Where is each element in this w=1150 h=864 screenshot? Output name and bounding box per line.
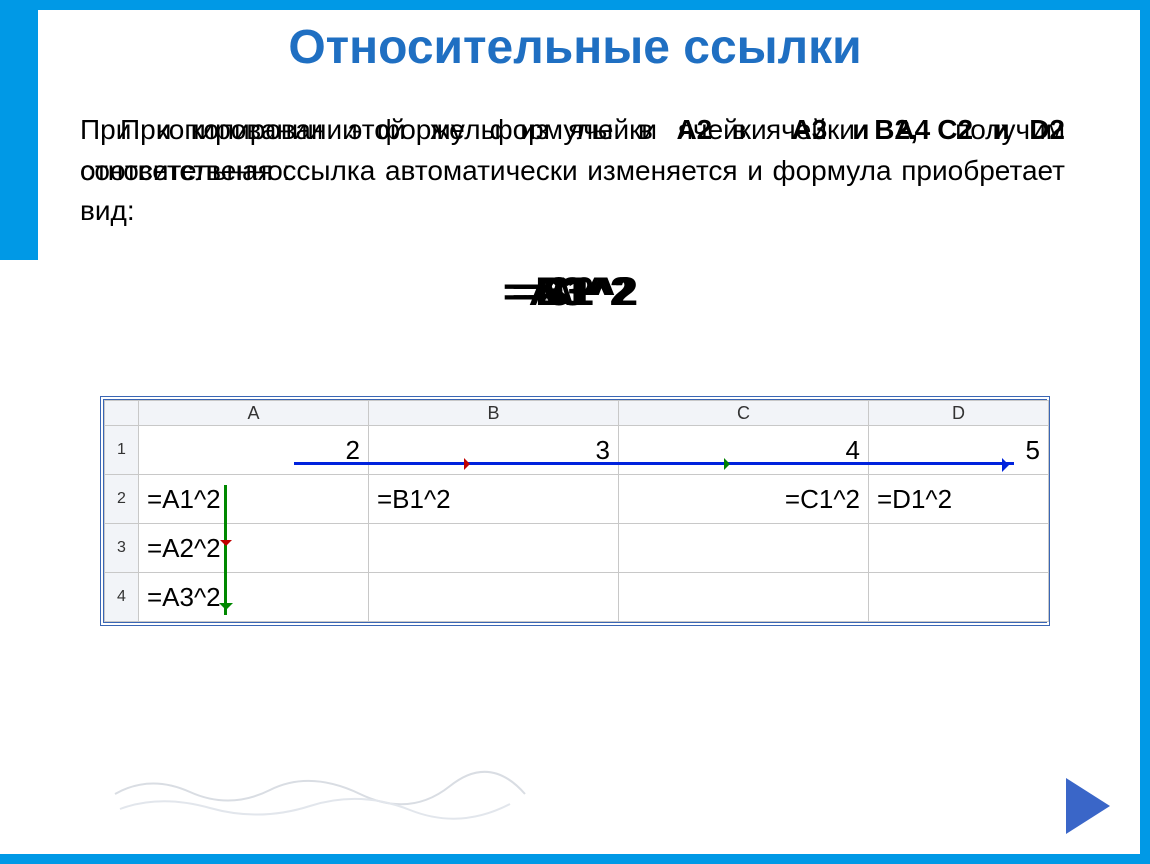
row-2: 2 =А1^2 =В1^2 =С1^2 =D1^2 bbox=[105, 475, 1049, 524]
arrow-vert-marker bbox=[220, 540, 232, 552]
rowhdr-2: 2 bbox=[105, 475, 139, 524]
cell-D4 bbox=[869, 573, 1049, 622]
body-paragraph-base: При копировании формулы из ячейки А2 в я… bbox=[80, 110, 1065, 232]
row-1: 1 2 3 4 5 bbox=[105, 426, 1049, 475]
slide-title: Относительные ссылки bbox=[0, 20, 1150, 75]
scribble-lines bbox=[110, 764, 530, 824]
col-C: C bbox=[619, 401, 869, 426]
cell-D2: =D1^2 bbox=[869, 475, 1049, 524]
arrow-vertical bbox=[224, 485, 227, 615]
arrow-marker-c bbox=[724, 458, 736, 470]
formula-layer-5: =A3^2 bbox=[0, 270, 1150, 315]
arrow-horizontal bbox=[294, 462, 1014, 465]
frame-bottom bbox=[0, 854, 1150, 864]
row-3: 3 =А2^2 bbox=[105, 524, 1049, 573]
cell-B3 bbox=[369, 524, 619, 573]
para-cells-bcd: B2, С2 и D2 bbox=[874, 114, 1065, 145]
spreadsheet-table: A B C D 1 2 3 4 5 2 =А1^2 =В1^2 =С1^2 =D… bbox=[104, 400, 1049, 622]
para-seg-1: При копировании формулы из ячейки bbox=[120, 114, 676, 145]
para-cell-a2: А2 bbox=[676, 114, 712, 145]
row-4: 4 =А3^2 bbox=[105, 573, 1049, 622]
cell-D3 bbox=[869, 524, 1049, 573]
rowhdr-4: 4 bbox=[105, 573, 139, 622]
cell-A4: =А3^2 bbox=[139, 573, 369, 622]
para-seg-2: в ячейки bbox=[712, 114, 874, 145]
frame-top bbox=[0, 0, 1150, 10]
col-A: A bbox=[139, 401, 369, 426]
cell-B2: =В1^2 bbox=[369, 475, 619, 524]
col-B: B bbox=[369, 401, 619, 426]
cell-C1: 4 bbox=[619, 426, 869, 475]
arrow-marker-b bbox=[464, 458, 476, 470]
corner-cell bbox=[105, 401, 139, 426]
cell-A2: =А1^2 bbox=[139, 475, 369, 524]
cell-C3 bbox=[619, 524, 869, 573]
cell-B1: 3 bbox=[369, 426, 619, 475]
col-D: D bbox=[869, 401, 1049, 426]
frame-right bbox=[1140, 0, 1150, 864]
rowhdr-1: 1 bbox=[105, 426, 139, 475]
header-row: A B C D bbox=[105, 401, 1049, 426]
next-button[interactable] bbox=[1066, 778, 1110, 834]
slide: Относительные ссылки При копировании фор… bbox=[0, 0, 1150, 864]
cell-B4 bbox=[369, 573, 619, 622]
spreadsheet: A B C D 1 2 3 4 5 2 =А1^2 =В1^2 =С1^2 =D… bbox=[100, 396, 1050, 626]
cell-A1: 2 bbox=[139, 426, 369, 475]
cell-C4 bbox=[619, 573, 869, 622]
cell-D1: 5 bbox=[869, 426, 1049, 475]
para-seg-3: относительная ссылка автоматически измен… bbox=[80, 155, 1065, 227]
rowhdr-3: 3 bbox=[105, 524, 139, 573]
cell-C2: =С1^2 bbox=[619, 475, 869, 524]
cell-A3: =А2^2 bbox=[139, 524, 369, 573]
